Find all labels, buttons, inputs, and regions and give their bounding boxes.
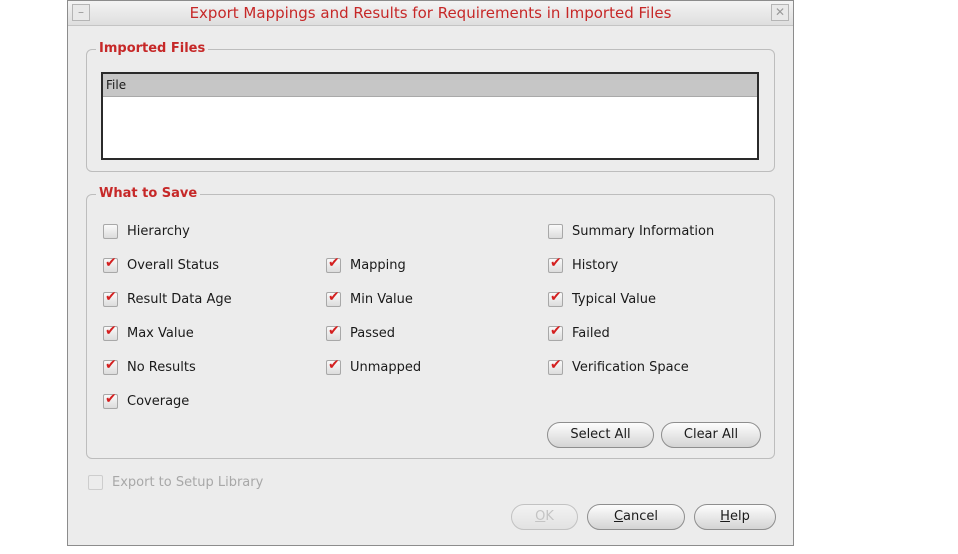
cancel-button[interactable]: Cancel bbox=[587, 504, 685, 530]
checkmark-icon: ✔ bbox=[105, 356, 117, 373]
checkbox-box[interactable]: ✔ bbox=[326, 322, 341, 341]
checkbox-box[interactable]: ✔ bbox=[548, 254, 563, 273]
checkbox-label: Max Value bbox=[127, 325, 194, 341]
checkmark-icon: ✔ bbox=[328, 288, 340, 305]
hierarchy-checkbox[interactable]: Hierarchy bbox=[103, 222, 190, 240]
checkbox-label: Failed bbox=[572, 325, 610, 341]
checkbox-box[interactable]: ✔ bbox=[326, 254, 341, 273]
cancel-label-rest: ancel bbox=[623, 509, 659, 524]
select-all-button[interactable]: Select All bbox=[547, 422, 654, 448]
checkbox-label: Min Value bbox=[350, 291, 413, 307]
title-bar: – Export Mappings and Results for Requir… bbox=[68, 1, 793, 26]
checkbox-label: Summary Information bbox=[572, 223, 715, 239]
checkmark-icon: ✔ bbox=[328, 356, 340, 373]
checkbox-label: Hierarchy bbox=[127, 223, 190, 239]
close-icon[interactable]: ✕ bbox=[771, 4, 789, 21]
dialog-title: Export Mappings and Results for Requirem… bbox=[189, 4, 672, 22]
checkbox-box[interactable] bbox=[103, 223, 118, 239]
checkbox-box[interactable]: ✔ bbox=[103, 322, 118, 341]
checkbox-box[interactable]: ✔ bbox=[326, 356, 341, 375]
checkbox-label: Export to Setup Library bbox=[112, 474, 264, 490]
checkmark-icon: ✔ bbox=[328, 322, 340, 339]
imported-files-group: Imported Files File bbox=[86, 41, 775, 172]
mapping-checkbox[interactable]: ✔ Mapping bbox=[326, 254, 406, 274]
help-label-rest: elp bbox=[729, 509, 750, 524]
what-to-save-group: What to Save Hierarchy Summary Informati… bbox=[86, 186, 775, 459]
checkbox-label: Passed bbox=[350, 325, 396, 341]
checkbox-label: Unmapped bbox=[350, 359, 422, 375]
overall-status-checkbox[interactable]: ✔ Overall Status bbox=[103, 254, 220, 274]
checkmark-icon: ✔ bbox=[105, 254, 117, 271]
file-column-header[interactable]: File bbox=[103, 74, 757, 97]
checkbox-label: Overall Status bbox=[127, 257, 220, 273]
checkbox-box[interactable]: ✔ bbox=[103, 390, 118, 409]
checkmark-icon: ✔ bbox=[105, 322, 117, 339]
checkbox-box[interactable]: ✔ bbox=[548, 288, 563, 307]
checkbox-label: History bbox=[572, 257, 619, 273]
max-value-checkbox[interactable]: ✔ Max Value bbox=[103, 322, 194, 342]
checkmark-icon: ✔ bbox=[550, 254, 562, 271]
failed-checkbox[interactable]: ✔ Failed bbox=[548, 322, 610, 342]
checkbox-label: Typical Value bbox=[572, 291, 657, 307]
imported-files-list[interactable]: File bbox=[101, 72, 759, 160]
ok-button[interactable]: OK bbox=[511, 504, 578, 530]
checkbox-label: Mapping bbox=[350, 257, 406, 273]
verification-space-checkbox[interactable]: ✔ Verification Space bbox=[548, 356, 689, 376]
ok-label-rest: K bbox=[545, 509, 554, 524]
checkmark-icon: ✔ bbox=[550, 288, 562, 305]
imported-files-title: Imported Files bbox=[96, 41, 209, 57]
checkbox-box[interactable]: ✔ bbox=[548, 322, 563, 341]
cancel-mnemonic: C bbox=[613, 509, 624, 524]
checkbox-box[interactable]: ✔ bbox=[548, 356, 563, 375]
min-value-checkbox[interactable]: ✔ Min Value bbox=[326, 288, 413, 308]
coverage-checkbox[interactable]: ✔ Coverage bbox=[103, 390, 190, 410]
passed-checkbox[interactable]: ✔ Passed bbox=[326, 322, 396, 342]
checkbox-label: Result Data Age bbox=[127, 291, 232, 307]
checkbox-box[interactable] bbox=[548, 223, 563, 239]
checkbox-label: No Results bbox=[127, 359, 196, 375]
checkmark-icon: ✔ bbox=[550, 322, 562, 339]
what-to-save-title: What to Save bbox=[96, 186, 201, 202]
no-results-checkbox[interactable]: ✔ No Results bbox=[103, 356, 196, 376]
checkbox-label: Coverage bbox=[127, 393, 190, 409]
result-data-age-checkbox[interactable]: ✔ Result Data Age bbox=[103, 288, 232, 308]
checkmark-icon: ✔ bbox=[105, 390, 117, 407]
unmapped-checkbox[interactable]: ✔ Unmapped bbox=[326, 356, 422, 376]
checkbox-box[interactable] bbox=[88, 474, 103, 490]
checkbox-box[interactable]: ✔ bbox=[103, 288, 118, 307]
typical-value-checkbox[interactable]: ✔ Typical Value bbox=[548, 288, 657, 308]
export-dialog: – Export Mappings and Results for Requir… bbox=[67, 0, 794, 546]
checkmark-icon: ✔ bbox=[105, 288, 117, 305]
help-button[interactable]: Help bbox=[694, 504, 776, 530]
summary-information-checkbox[interactable]: Summary Information bbox=[548, 222, 714, 240]
checkmark-icon: ✔ bbox=[550, 356, 562, 373]
checkmark-icon: ✔ bbox=[328, 254, 340, 271]
checkbox-box[interactable]: ✔ bbox=[103, 254, 118, 273]
history-checkbox[interactable]: ✔ History bbox=[548, 254, 619, 274]
checkbox-box[interactable]: ✔ bbox=[103, 356, 118, 375]
help-mnemonic: H bbox=[720, 509, 730, 524]
clear-all-button[interactable]: Clear All bbox=[661, 422, 761, 448]
checkbox-label: Verification Space bbox=[572, 359, 689, 375]
ok-mnemonic: O bbox=[535, 509, 546, 524]
export-to-setup-library-checkbox[interactable]: Export to Setup Library bbox=[88, 473, 263, 491]
checkbox-box[interactable]: ✔ bbox=[326, 288, 341, 307]
